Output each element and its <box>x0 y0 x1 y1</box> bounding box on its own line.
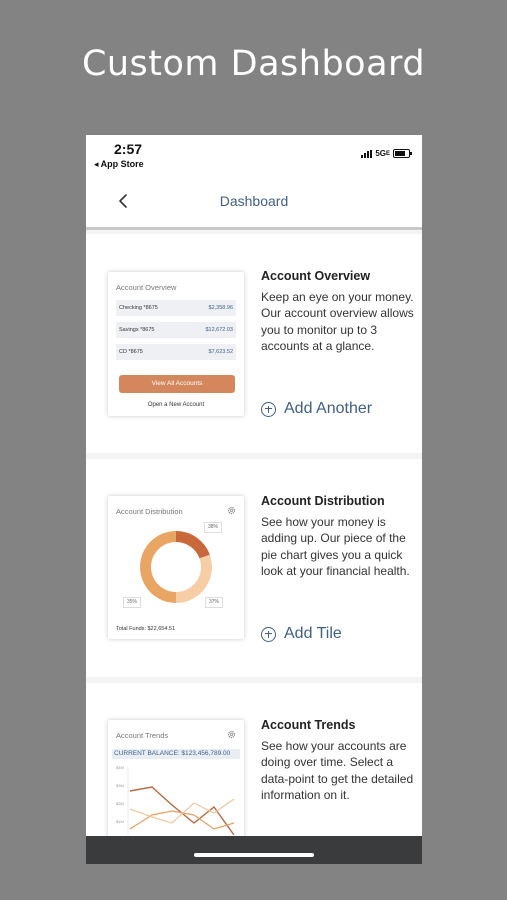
tile-section-account-distribution: Account Distribution 38% 35% 37% Total F… <box>86 459 422 677</box>
add-circle-icon <box>261 626 276 642</box>
account-distribution-preview[interactable]: Account Distribution 38% 35% 37% Total F… <box>108 496 244 639</box>
y-tick-label: $1M <box>116 819 124 824</box>
view-all-accounts-button: View All Accounts <box>119 375 235 393</box>
account-amount: $2,358.96 <box>208 305 233 311</box>
y-tick-label: $2M <box>116 801 124 806</box>
account-name: Savings *8675 <box>119 327 155 333</box>
percent-label: 37% <box>205 597 223 608</box>
account-overview-preview[interactable]: Account Overview Checking *8675 $2,358.9… <box>108 272 244 416</box>
preview-title: Account Overview <box>116 283 177 292</box>
account-row: CD *8675 $7,623.52 <box>116 344 236 360</box>
gear-icon <box>227 506 236 515</box>
back-to-app-store[interactable]: ◂ App Store <box>94 159 144 170</box>
tile-section-account-overview: Account Overview Checking *8675 $2,358.9… <box>86 234 422 453</box>
account-name: CD *8675 <box>119 349 143 355</box>
network-suffix: E <box>385 150 390 157</box>
donut-segment-orange <box>176 531 210 559</box>
network-label: 5G <box>375 149 386 158</box>
status-time: 2:57 <box>114 141 143 157</box>
add-circle-icon <box>261 401 276 417</box>
percent-label: 38% <box>204 522 222 533</box>
donut-segment-light <box>176 554 212 603</box>
y-tick-label: $3M <box>116 783 124 788</box>
phone-screen: 2:57 ◂ App Store 5G E Dashboard Account O… <box>86 135 422 864</box>
add-another-button[interactable]: Add Another <box>261 400 372 418</box>
y-tick-label: $4M <box>116 765 124 770</box>
percent-label: 35% <box>123 597 141 608</box>
account-row: Checking *8675 $2,358.96 <box>116 300 236 316</box>
donut-chart <box>140 531 212 603</box>
tile-description: See how your money is adding up. Our pie… <box>261 515 410 578</box>
gear-icon <box>227 730 236 739</box>
home-indicator[interactable] <box>194 853 314 857</box>
account-name: Checking *8675 <box>119 305 158 311</box>
account-amount: $7,623.52 <box>208 349 233 355</box>
trends-line-chart: $4M $3M $2M $1M <box>116 765 235 835</box>
preview-title: Account Distribution <box>116 507 183 516</box>
current-balance: CURRENT BALANCE: $123,456,789.00 <box>112 749 240 759</box>
account-row: Savings *8675 $12,672.03 <box>116 322 236 338</box>
total-funds: Total Funds: $22,654.51 <box>116 626 176 632</box>
add-tile-label: Add Tile <box>284 625 342 642</box>
tile-title: Account Distribution <box>261 494 385 508</box>
status-indicators: 5G E <box>361 149 412 158</box>
tile-section-account-trends: Account Trends CURRENT BALANCE: $123,456… <box>86 683 422 860</box>
tile-description: Keep an eye on your money. Our account o… <box>261 290 414 353</box>
donut-segment-amber <box>140 531 176 603</box>
signal-icon <box>361 149 373 158</box>
promo-title: Custom Dashboard <box>81 44 426 84</box>
home-bar-area <box>86 836 422 864</box>
add-another-label: Add Another <box>284 400 373 417</box>
tile-title: Account Trends <box>261 718 356 732</box>
add-tile-button[interactable]: Add Tile <box>261 625 342 643</box>
tile-description: See how your accounts are doing over tim… <box>261 739 414 802</box>
tile-title: Account Overview <box>261 269 371 283</box>
page-title: Dashboard <box>219 193 289 209</box>
account-amount: $12,672.03 <box>205 327 233 333</box>
open-new-account-link: Open a New Account <box>147 402 205 408</box>
status-bar: 2:57 ◂ App Store 5G E <box>86 135 422 175</box>
preview-title: Account Trends <box>116 731 169 740</box>
battery-icon <box>393 149 412 158</box>
nav-bar: Dashboard <box>86 175 422 230</box>
